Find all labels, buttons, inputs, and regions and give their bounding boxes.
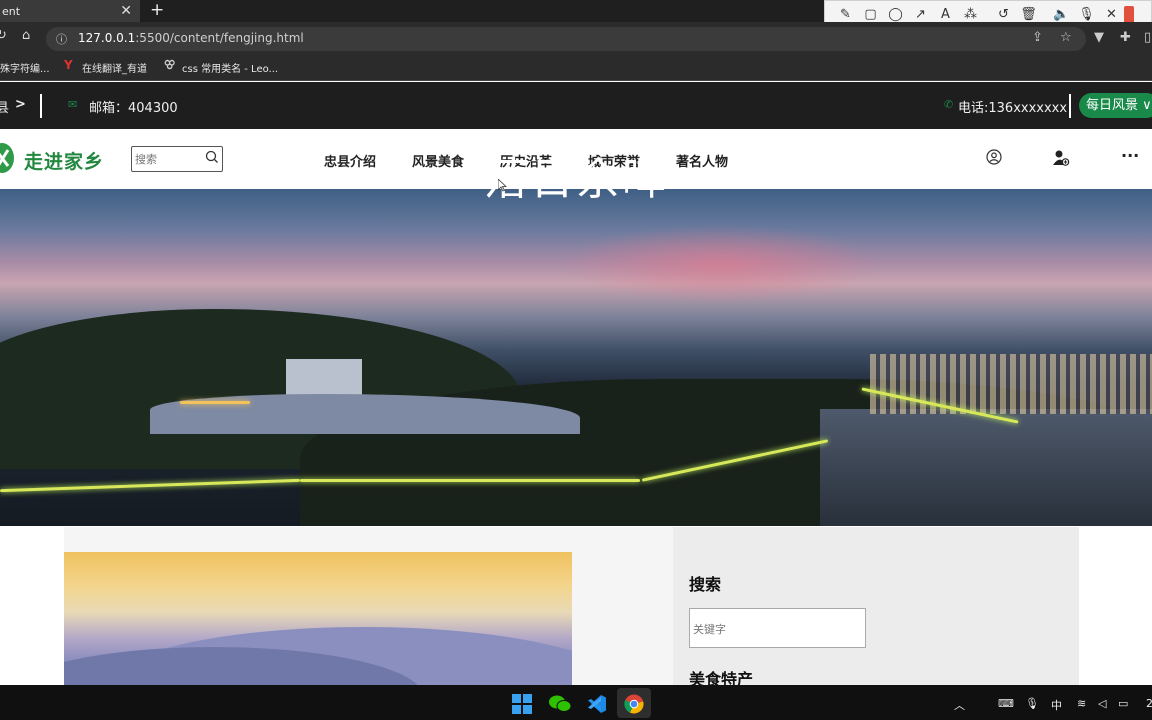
bookmark-item[interactable]: 在线翻译_有道	[82, 60, 147, 75]
phone-label: 电话:136xxxxxxx	[958, 101, 1068, 116]
hero-title: 落日余晖	[484, 154, 668, 205]
windows-start-icon[interactable]	[512, 694, 532, 714]
microphone-icon[interactable]: 🎙	[1074, 7, 1099, 22]
os-taskbar	[0, 685, 1152, 720]
magic-wand-icon[interactable]: ⁂	[958, 7, 983, 22]
home-icon[interactable]: ⌂	[22, 28, 30, 43]
share-icon[interactable]: ⇪	[1032, 30, 1043, 45]
sidebar	[673, 527, 1079, 685]
close-icon[interactable]: ✕	[1099, 7, 1124, 22]
trash-icon[interactable]: 🗑	[1016, 7, 1041, 22]
tray-overflow-chevron-icon[interactable]: ︿	[954, 697, 965, 713]
wechat-icon[interactable]	[549, 694, 571, 714]
speaker-icon[interactable]: 🔈	[1049, 7, 1074, 22]
divider	[1069, 94, 1071, 118]
browser-tab[interactable]: ent ✕	[0, 0, 140, 22]
mail-icon: ✉	[68, 98, 78, 111]
daily-scenery-button[interactable]: 每日风景 ∨	[1079, 93, 1152, 118]
keyboard-icon[interactable]: ⌨	[998, 697, 1014, 710]
reload-icon[interactable]: ↻	[0, 28, 7, 43]
battery-icon[interactable]: ▭	[1118, 697, 1128, 710]
undo-icon[interactable]: ↺	[991, 7, 1016, 22]
bookmark-star-icon[interactable]: ☆	[1060, 30, 1072, 45]
chevron-down-icon: ∨	[1142, 98, 1152, 113]
bookmark-item[interactable]: 殊字符编...	[0, 60, 50, 75]
record-indicator-icon[interactable]	[1124, 5, 1134, 24]
phone-icon: ✆	[944, 98, 954, 111]
rectangle-icon[interactable]: ▢	[858, 7, 883, 22]
site-info-icon[interactable]: ⓘ	[56, 31, 67, 47]
extension-v-icon[interactable]: ▼	[1094, 30, 1104, 45]
arrow-icon[interactable]: >	[15, 97, 26, 112]
chrome-icon[interactable]	[624, 694, 644, 714]
close-tab-icon[interactable]: ✕	[120, 3, 132, 19]
tab-title: ent	[2, 4, 21, 18]
text-tool-icon[interactable]: A	[933, 7, 958, 22]
extensions-puzzle-icon[interactable]: ✚	[1120, 30, 1131, 45]
leo-favicon-icon: ꕢ	[164, 58, 176, 72]
email-label: 邮箱：404300	[89, 101, 178, 116]
scenery-image[interactable]	[64, 552, 572, 685]
sidebar-search-input[interactable]: 关键字	[689, 608, 866, 648]
ime-indicator[interactable]: 中	[1051, 697, 1062, 713]
divider	[40, 94, 42, 118]
county-label: 县	[0, 101, 10, 116]
microphone-tray-icon[interactable]: 🎙	[1025, 697, 1039, 710]
clock-text[interactable]: 2	[1146, 697, 1152, 710]
sidebar-search-title: 搜索	[689, 575, 722, 594]
pencil-icon[interactable]: ✎	[833, 7, 858, 22]
new-tab-icon[interactable]: +	[150, 0, 164, 20]
url-text[interactable]: 127.0.0.1:5500/content/fengjing.html	[78, 31, 304, 45]
mouse-cursor-icon	[498, 179, 507, 192]
youdao-icon: Y	[64, 58, 73, 72]
vscode-icon[interactable]	[587, 694, 607, 714]
hero-banner	[0, 189, 1152, 526]
arrow-icon[interactable]: ↗	[908, 7, 933, 22]
circle-icon[interactable]: ◯	[883, 7, 908, 22]
wifi-icon[interactable]: ≋	[1077, 697, 1086, 710]
bookmark-item[interactable]: css 常用类名 - Leo...	[182, 60, 278, 75]
sidepanel-icon[interactable]: ▯	[1144, 30, 1151, 45]
volume-icon[interactable]: ◁	[1098, 697, 1106, 710]
